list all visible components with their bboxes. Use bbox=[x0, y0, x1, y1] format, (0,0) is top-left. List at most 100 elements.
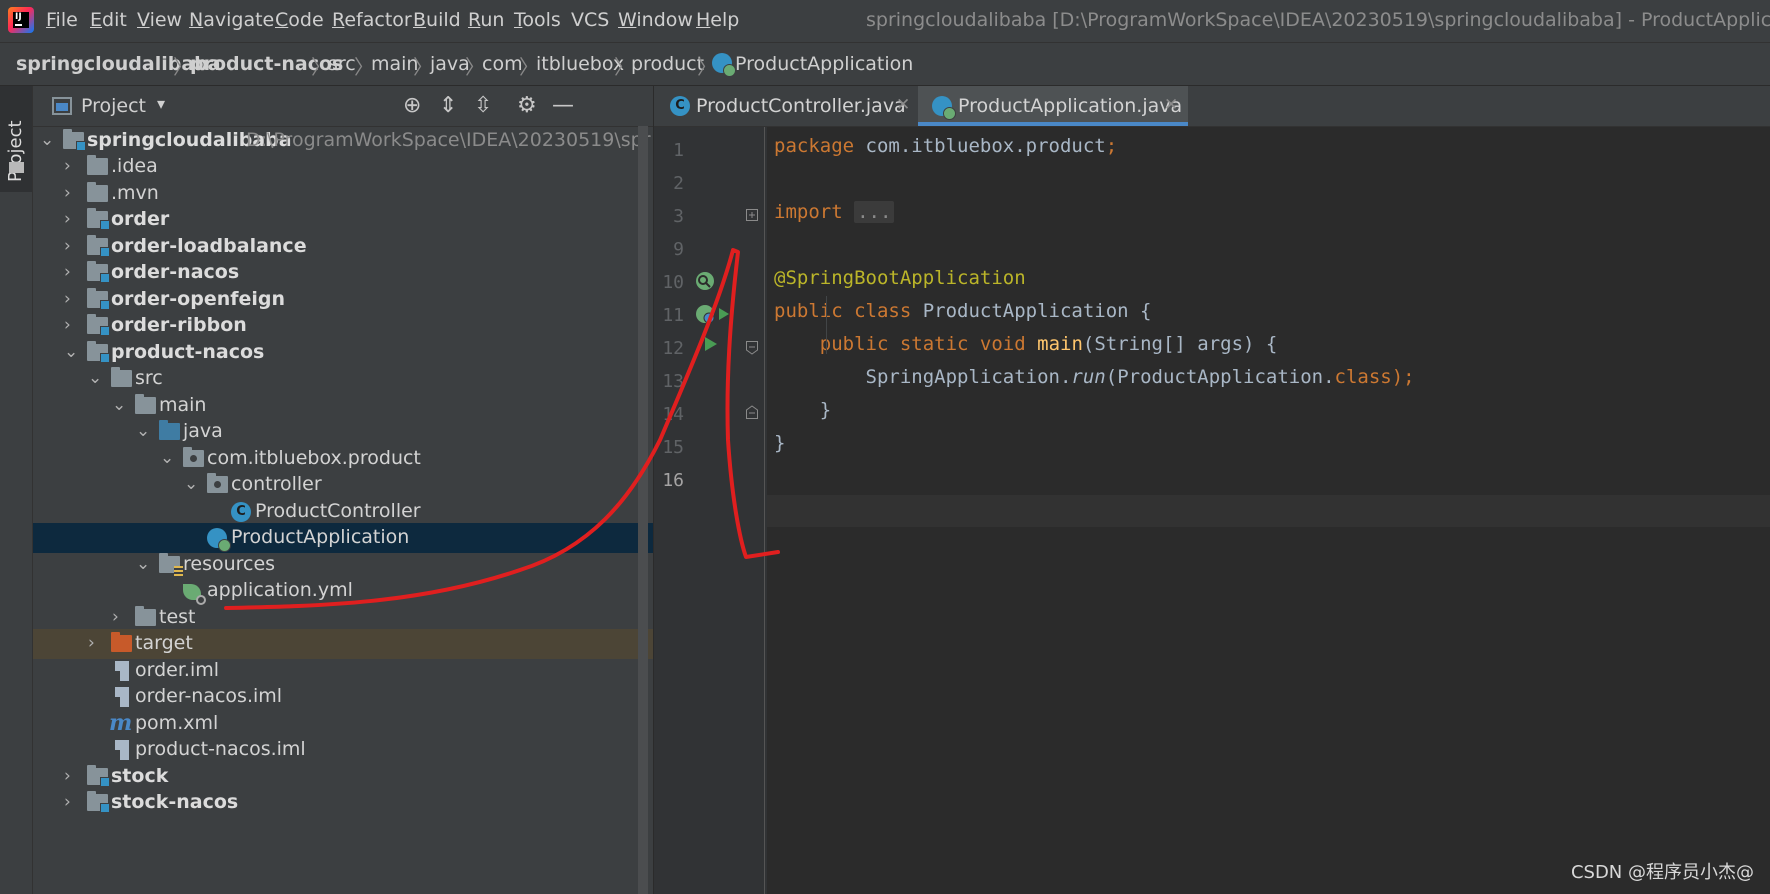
breadcrumb-main[interactable]: main bbox=[371, 53, 418, 75]
chevron-down-icon[interactable]: ⌄ bbox=[40, 130, 54, 150]
tree-item-label: order bbox=[111, 208, 170, 230]
tree-item-order-nacos-iml[interactable]: order-nacos.iml bbox=[33, 682, 653, 712]
chevron-right-icon[interactable]: › bbox=[112, 607, 119, 627]
tree-item-idea[interactable]: › .idea bbox=[33, 152, 653, 182]
resources-folder-icon bbox=[159, 553, 183, 576]
chevron-down-icon[interactable]: ⌄ bbox=[136, 554, 150, 574]
gear-icon[interactable]: ⚙ bbox=[517, 94, 537, 118]
fold-expand-icon[interactable] bbox=[746, 209, 758, 221]
spring-boot-class-icon bbox=[932, 96, 956, 120]
chevron-right-icon[interactable]: › bbox=[64, 766, 71, 786]
tree-item-java[interactable]: ⌄ java bbox=[33, 417, 653, 447]
line-number: 1 bbox=[673, 140, 684, 161]
breadcrumb-itbluebox[interactable]: itbluebox bbox=[536, 53, 624, 75]
locate-file-icon[interactable]: ⊕ bbox=[403, 94, 421, 118]
chevron-right-icon[interactable]: › bbox=[64, 209, 71, 229]
module-folder-icon bbox=[87, 288, 110, 310]
folded-imports[interactable]: ... bbox=[854, 201, 895, 223]
chevron-down-icon[interactable]: ⌄ bbox=[88, 368, 102, 388]
menu-navigate[interactable]: Navigate bbox=[189, 9, 274, 31]
run-icon[interactable] bbox=[704, 336, 718, 352]
chevron-right-icon[interactable]: › bbox=[64, 289, 71, 309]
breadcrumb-com[interactable]: com bbox=[482, 53, 523, 75]
collapse-all-icon[interactable]: ⇳ bbox=[474, 94, 492, 118]
line-number: 3 bbox=[673, 206, 684, 227]
menu-edit[interactable]: Edit bbox=[90, 9, 127, 31]
module-folder-icon bbox=[87, 235, 110, 257]
chevron-down-icon[interactable]: ▾ bbox=[157, 94, 165, 113]
chevron-right-icon[interactable]: › bbox=[64, 236, 71, 256]
chevron-down-icon[interactable]: ⌄ bbox=[112, 395, 126, 415]
csdn-watermark: CSDN @程序员小杰@ bbox=[1570, 862, 1754, 883]
menu-tools[interactable]: Tools bbox=[514, 9, 561, 31]
menu-view[interactable]: View bbox=[137, 9, 182, 31]
tree-item-label: target bbox=[135, 632, 193, 654]
tree-item-label: order-nacos.iml bbox=[135, 685, 283, 707]
code-line-13: SpringApplication.run(ProductApplication… bbox=[774, 366, 1415, 388]
chevron-right-icon[interactable]: › bbox=[64, 262, 71, 282]
chevron-down-icon[interactable]: ⌄ bbox=[184, 474, 198, 494]
close-icon[interactable]: ✕ bbox=[1164, 95, 1178, 115]
spring-boot-icon[interactable] bbox=[694, 303, 716, 325]
fold-end-icon[interactable] bbox=[746, 405, 758, 419]
code-area[interactable]: package com.itbluebox.product; import ..… bbox=[774, 127, 1770, 894]
chevron-down-icon[interactable]: ⌄ bbox=[160, 448, 174, 468]
breadcrumb-src[interactable]: src bbox=[328, 53, 356, 75]
breadcrumb-product[interactable]: product bbox=[631, 53, 704, 75]
menu-refactor[interactable]: Refactor bbox=[332, 9, 412, 31]
folder-icon bbox=[87, 155, 108, 175]
breadcrumb-class[interactable]: ProductApplication bbox=[735, 53, 913, 75]
tree-item-order-ribbon[interactable]: › order-ribbon bbox=[33, 311, 653, 341]
menu-window[interactable]: Window bbox=[618, 9, 693, 31]
vertical-scrollbar[interactable] bbox=[638, 126, 648, 894]
chevron-right-icon[interactable]: › bbox=[64, 315, 71, 335]
logo-text: IJ bbox=[13, 12, 29, 28]
menu-build[interactable]: Build bbox=[413, 9, 461, 31]
tree-item-controller[interactable]: ⌄ controller bbox=[33, 470, 653, 500]
tree-item-label: product-nacos.iml bbox=[135, 738, 306, 760]
spring-boot-class-icon bbox=[207, 528, 231, 552]
menu-file[interactable]: File bbox=[46, 9, 78, 31]
expand-all-icon[interactable]: ⇕ bbox=[439, 94, 457, 118]
tree-item-label: ProductApplication bbox=[231, 526, 410, 548]
menu-help[interactable]: Help bbox=[696, 9, 739, 31]
spring-bean-icon[interactable] bbox=[694, 270, 716, 292]
tree-item-order-nacos[interactable]: › order-nacos bbox=[33, 258, 653, 288]
menu-run[interactable]: Run bbox=[468, 9, 504, 31]
menu-vcs[interactable]: VCS bbox=[571, 9, 609, 31]
close-icon[interactable]: ✕ bbox=[896, 95, 910, 115]
tree-item-label: resources bbox=[183, 553, 276, 575]
hide-panel-icon[interactable]: — bbox=[552, 94, 574, 118]
chevron-down-icon[interactable]: ⌄ bbox=[64, 342, 78, 362]
run-icon[interactable] bbox=[718, 307, 730, 321]
tree-item-order[interactable]: › order bbox=[33, 205, 653, 235]
chevron-right-icon[interactable]: › bbox=[64, 156, 71, 176]
spring-boot-class-icon bbox=[712, 53, 736, 77]
project-tool-window-tab[interactable]: Project bbox=[0, 86, 32, 192]
tree-item-label: application.yml bbox=[207, 579, 353, 601]
tree-item-label: product-nacos bbox=[111, 341, 265, 363]
menu-code[interactable]: Code bbox=[275, 9, 324, 31]
chevron-right-icon[interactable]: › bbox=[64, 183, 71, 203]
folder-icon bbox=[135, 606, 156, 626]
tree-item-application-yml[interactable]: application.yml bbox=[33, 576, 653, 606]
tree-item-src[interactable]: ⌄ src bbox=[33, 364, 653, 394]
tab-product-application[interactable]: ProductApplication.java ✕ bbox=[918, 86, 1188, 126]
tree-item-product-nacos-iml[interactable]: product-nacos.iml bbox=[33, 735, 653, 765]
chevron-down-icon[interactable]: ⌄ bbox=[136, 421, 150, 441]
tree-item-target[interactable]: › target bbox=[33, 629, 653, 659]
tree-item-label: java bbox=[183, 420, 223, 442]
intellij-logo-icon[interactable]: IJ bbox=[8, 7, 34, 33]
chevron-right-icon[interactable]: › bbox=[64, 792, 71, 812]
line-number: 9 bbox=[673, 239, 684, 260]
breadcrumb-java[interactable]: java bbox=[430, 53, 470, 75]
project-panel-title[interactable]: Project bbox=[81, 95, 146, 117]
tree-item-label: order-loadbalance bbox=[111, 235, 307, 257]
tree-item-product-application[interactable]: ProductApplication bbox=[33, 523, 653, 553]
folder-icon bbox=[111, 367, 132, 387]
tab-product-controller[interactable]: C ProductController.java ✕ bbox=[654, 86, 916, 126]
chevron-right-icon[interactable]: › bbox=[88, 633, 95, 653]
left-tool-strip: Project bbox=[0, 86, 33, 894]
tree-item-stock-nacos[interactable]: › stock-nacos bbox=[33, 788, 653, 818]
fold-collapse-icon[interactable] bbox=[746, 341, 758, 355]
